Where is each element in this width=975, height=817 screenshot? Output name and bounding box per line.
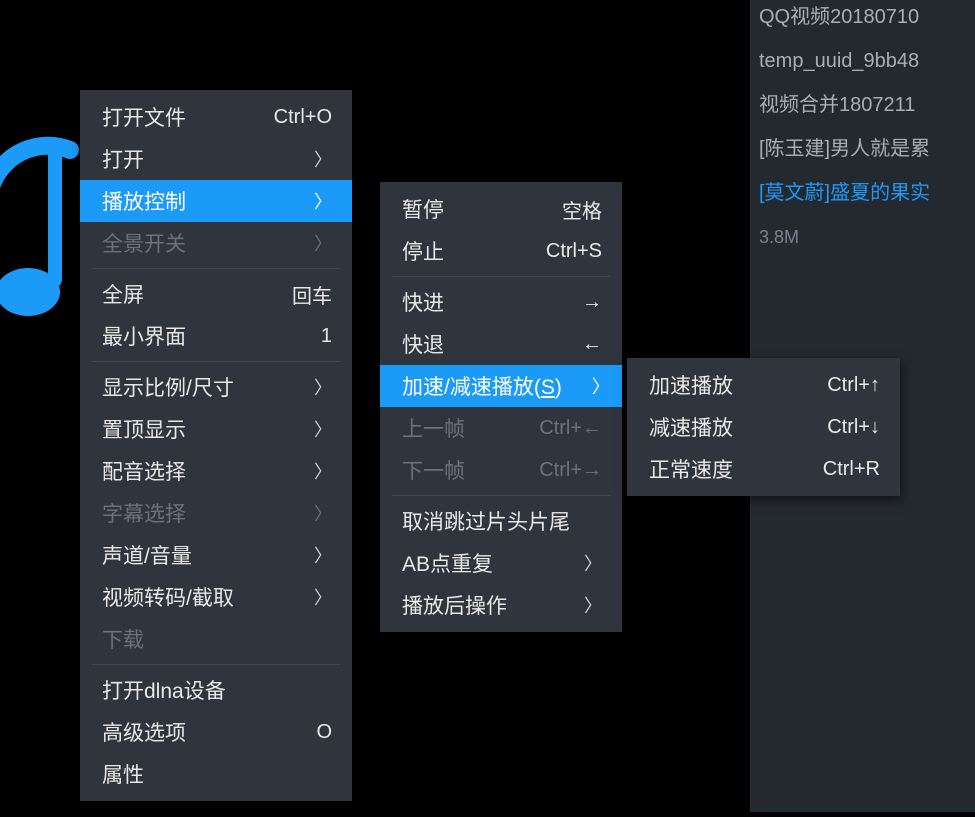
menu-item-label: 取消跳过片头片尾 [402, 506, 570, 536]
menu-item-label: 打开 [102, 144, 144, 174]
menu-item-shortcut: Ctrl+O [274, 106, 332, 129]
menu-divider [392, 495, 610, 496]
chevron-right-icon: 〉 [314, 230, 332, 256]
menu-item-label: 减速播放 [649, 412, 733, 442]
chevron-right-icon: 〉 [592, 373, 610, 399]
speed-menu-item-0[interactable]: 加速播放 Ctrl+↑ [627, 364, 900, 406]
playback-menu-item-11[interactable]: 播放后操作 〉 [380, 584, 622, 626]
main-menu-item-5[interactable]: 全屏 回车 [80, 273, 352, 315]
chevron-right-icon: 〉 [314, 374, 332, 400]
chevron-right-icon: 〉 [314, 146, 332, 172]
menu-divider [92, 664, 340, 665]
menu-item-shortcut: 1 [321, 325, 332, 348]
menu-item-label: 上一帧 [402, 413, 465, 443]
playback-menu-item-7: 下一帧 Ctrl+→ [380, 449, 622, 491]
chevron-right-icon: 〉 [584, 592, 602, 618]
main-menu-item-14: 下载 [80, 618, 352, 660]
chevron-right-icon: 〉 [314, 458, 332, 484]
menu-item-shortcut: 回车 [292, 280, 332, 309]
main-menu-item-8[interactable]: 显示比例/尺寸 〉 [80, 366, 352, 408]
menu-item-label: 属性 [102, 759, 144, 789]
chevron-right-icon: 〉 [314, 416, 332, 442]
main-menu-item-13[interactable]: 视频转码/截取 〉 [80, 576, 352, 618]
main-menu-item-17[interactable]: 高级选项 O [80, 711, 352, 753]
menu-item-shortcut: ← [582, 333, 602, 356]
chevron-right-icon: 〉 [314, 584, 332, 610]
menu-item-label: 加速播放 [649, 370, 733, 400]
menu-item-label: 快进 [402, 287, 444, 317]
playback-menu-item-4[interactable]: 快退 ← [380, 323, 622, 365]
menu-item-label: 打开文件 [102, 102, 186, 132]
playback-menu-item-5[interactable]: 加速/减速播放(S) 〉 [380, 365, 622, 407]
main-menu-item-11: 字幕选择 〉 [80, 492, 352, 534]
context-menu-main: 打开文件Ctrl+O打开〉播放控制〉全景开关〉全屏回车最小界面1显示比例/尺寸〉… [80, 90, 352, 801]
context-menu-playback: 暂停空格停止Ctrl+S快进→快退←加速/减速播放(S)〉上一帧Ctrl+←下一… [380, 182, 622, 632]
menu-item-label: 打开dlna设备 [102, 675, 226, 705]
menu-item-label: 声道/音量 [102, 540, 192, 570]
main-menu-item-10[interactable]: 配音选择 〉 [80, 450, 352, 492]
menu-item-label: 显示比例/尺寸 [102, 372, 234, 402]
list-item-selected[interactable]: [莫文蔚]盛夏的果实 [759, 171, 975, 215]
speed-menu-item-2[interactable]: 正常速度 Ctrl+R [627, 448, 900, 490]
menu-item-shortcut: → [582, 291, 602, 314]
playback-menu-item-3[interactable]: 快进 → [380, 281, 622, 323]
playback-menu-item-1[interactable]: 停止 Ctrl+S [380, 230, 622, 272]
list-item-size: 3.8M [759, 215, 975, 259]
chevron-right-icon: 〉 [314, 542, 332, 568]
menu-item-label: 快退 [402, 329, 444, 359]
playback-menu-item-0[interactable]: 暂停 空格 [380, 188, 622, 230]
main-menu-item-12[interactable]: 声道/音量 〉 [80, 534, 352, 576]
menu-item-shortcut: Ctrl+→ [539, 459, 602, 482]
menu-divider [92, 268, 340, 269]
menu-item-label: 字幕选择 [102, 498, 186, 528]
playback-menu-item-10[interactable]: AB点重复 〉 [380, 542, 622, 584]
menu-item-shortcut: Ctrl+↓ [827, 416, 880, 439]
menu-item-label: 视频转码/截取 [102, 582, 234, 612]
menu-item-label: 停止 [402, 236, 444, 266]
main-menu-item-18[interactable]: 属性 [80, 753, 352, 795]
main-menu-item-3: 全景开关 〉 [80, 222, 352, 264]
menu-item-shortcut: Ctrl+R [823, 458, 880, 481]
main-menu-item-6[interactable]: 最小界面 1 [80, 315, 352, 357]
list-item[interactable]: [陈玉建]男人就是累 [759, 127, 975, 171]
music-icon [0, 70, 90, 330]
context-menu-speed: 加速播放 Ctrl+↑ 减速播放 Ctrl+↓ 正常速度 Ctrl+R [627, 358, 900, 496]
menu-item-label: 下载 [102, 624, 144, 654]
menu-divider [392, 276, 610, 277]
chevron-right-icon: 〉 [584, 550, 602, 576]
chevron-right-icon: 〉 [314, 500, 332, 526]
list-item[interactable]: 视频合并1807211 [759, 83, 975, 127]
menu-item-label: 下一帧 [402, 455, 465, 485]
menu-item-label: 高级选项 [102, 717, 186, 747]
chevron-right-icon: 〉 [314, 188, 332, 214]
menu-item-shortcut: Ctrl+↑ [827, 374, 880, 397]
playback-menu-item-6: 上一帧 Ctrl+← [380, 407, 622, 449]
main-menu-item-0[interactable]: 打开文件 Ctrl+O [80, 96, 352, 138]
menu-item-label: 配音选择 [102, 456, 186, 486]
menu-divider [92, 361, 340, 362]
main-menu-item-1[interactable]: 打开 〉 [80, 138, 352, 180]
menu-item-shortcut: O [316, 721, 332, 744]
menu-item-label: 加速/减速播放(S) [402, 371, 562, 401]
menu-item-label: 置顶显示 [102, 414, 186, 444]
main-menu-item-2[interactable]: 播放控制 〉 [80, 180, 352, 222]
menu-item-label: 全景开关 [102, 228, 186, 258]
menu-item-label: 暂停 [402, 194, 444, 224]
menu-item-shortcut: Ctrl+S [546, 240, 602, 263]
list-item[interactable]: QQ视频20180710 [759, 0, 975, 39]
menu-item-shortcut: Ctrl+← [539, 417, 602, 440]
menu-item-label: 播放后操作 [402, 590, 507, 620]
menu-item-label: 全屏 [102, 279, 144, 309]
menu-item-label: 最小界面 [102, 321, 186, 351]
menu-item-label: 正常速度 [649, 454, 733, 484]
main-menu-item-16[interactable]: 打开dlna设备 [80, 669, 352, 711]
speed-menu-item-1[interactable]: 减速播放 Ctrl+↓ [627, 406, 900, 448]
main-menu-item-9[interactable]: 置顶显示 〉 [80, 408, 352, 450]
list-item[interactable]: temp_uuid_9bb48 [759, 39, 975, 83]
menu-item-shortcut: 空格 [562, 195, 602, 224]
menu-item-label: 播放控制 [102, 186, 186, 216]
playback-menu-item-9[interactable]: 取消跳过片头片尾 [380, 500, 622, 542]
menu-item-label: AB点重复 [402, 548, 493, 578]
